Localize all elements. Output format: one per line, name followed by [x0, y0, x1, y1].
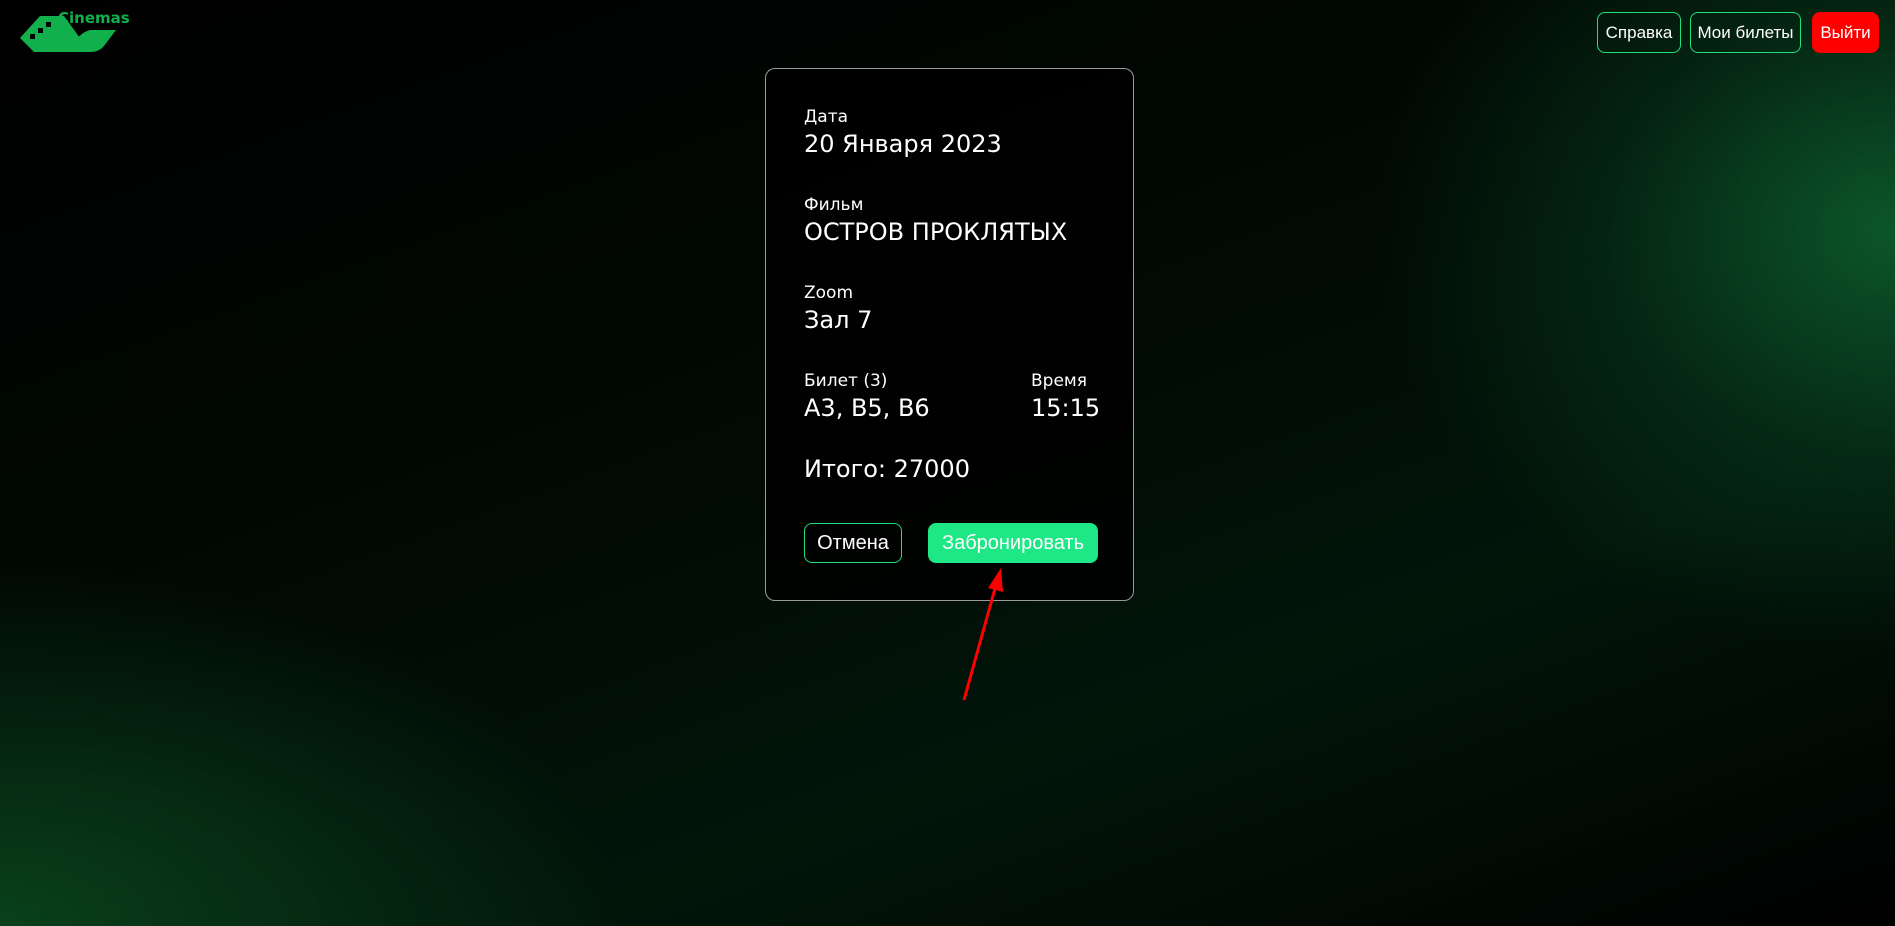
booking-summary-card: Дата 20 Января 2023 Фильм ОСТРОВ ПРОКЛЯТ…: [765, 68, 1134, 601]
film-value: ОСТРОВ ПРОКЛЯТЫХ: [804, 218, 1068, 246]
hall-value: Зал 7: [804, 306, 873, 334]
cinemas-logo[interactable]: Cinemas: [20, 6, 135, 52]
book-button[interactable]: Забронировать: [928, 523, 1098, 563]
logout-button[interactable]: Выйти: [1812, 12, 1879, 53]
time-value: 15:15: [1031, 394, 1101, 422]
hall-label: Zoom: [804, 283, 854, 303]
film-field: Фильм ОСТРОВ ПРОКЛЯТЫХ: [804, 195, 1067, 247]
help-button[interactable]: Справка: [1597, 12, 1681, 53]
tickets-field: Билет (3) A3, B5, B6: [804, 371, 930, 423]
cancel-button[interactable]: Отмена: [804, 523, 902, 563]
tickets-label: Билет (3): [804, 371, 888, 391]
date-label: Дата: [804, 107, 849, 127]
date-field: Дата 20 Января 2023: [804, 107, 1002, 159]
my-tickets-button[interactable]: Мои билеты: [1690, 12, 1801, 53]
tickets-value: A3, B5, B6: [804, 394, 930, 422]
film-label: Фильм: [804, 195, 864, 215]
svg-text:Cinemas: Cinemas: [58, 9, 130, 27]
hall-field: Zoom Зал 7: [804, 283, 872, 335]
time-field: Время 15:15: [1031, 371, 1100, 423]
total-price: Итого: 27000: [804, 455, 970, 483]
time-label: Время: [1031, 371, 1087, 391]
date-value: 20 Января 2023: [804, 130, 1002, 158]
